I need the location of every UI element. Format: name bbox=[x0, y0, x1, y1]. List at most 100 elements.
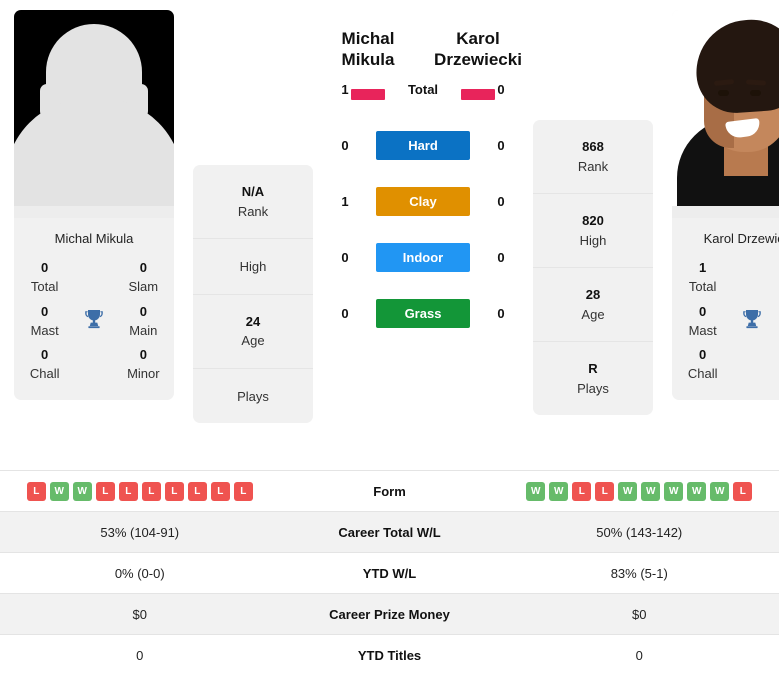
stat-main-left-label: Main bbox=[129, 322, 158, 338]
stat-mast-left: 0 Mast bbox=[20, 303, 69, 341]
trophy-icon bbox=[740, 307, 764, 336]
cell-left: $0 bbox=[0, 593, 280, 635]
head-to-head-panel: Michal Mikula Karol Drzewiecki 1 Total 0 0 H… bbox=[313, 10, 533, 342]
table-row: $0 Career Prize Money $0 bbox=[0, 593, 779, 635]
form-badge-l[interactable]: L bbox=[95, 481, 115, 501]
player-photo-right bbox=[672, 10, 779, 218]
form-badge-l[interactable]: L bbox=[233, 481, 253, 501]
stat-mast-right: 0 Mast bbox=[678, 303, 727, 341]
form-badge-w[interactable]: W bbox=[641, 481, 661, 501]
cell-right: 0 bbox=[499, 634, 779, 676]
stat-total-left-value: 0 bbox=[41, 260, 49, 275]
headshot-eye-left bbox=[718, 90, 729, 96]
form-badges-right: WWLLWWWWWL bbox=[500, 481, 779, 501]
info-high-right-value: 820 bbox=[582, 213, 604, 228]
form-badge-w[interactable]: W bbox=[687, 481, 707, 501]
info-rank-left-label: Rank bbox=[237, 203, 269, 219]
player-card-left[interactable]: Michal Mikula 0 Total 0 Slam 0 Mast 0 Ma… bbox=[14, 10, 174, 401]
cell-right: 83% (5-1) bbox=[499, 552, 779, 594]
cell-label: Career Prize Money bbox=[279, 593, 500, 635]
h2h-row-indoor: 0 Indoor 0 bbox=[313, 230, 533, 286]
surface-label-indoor[interactable]: Indoor bbox=[376, 243, 470, 272]
form-badge-w[interactable]: W bbox=[526, 481, 546, 501]
info-age-left: 24 Age bbox=[193, 295, 313, 369]
cell-right: 50% (143-142) bbox=[499, 511, 779, 553]
stat-total-left-label: Total bbox=[30, 278, 59, 294]
form-badge-w[interactable]: W bbox=[49, 481, 69, 501]
form-badge-l[interactable]: L bbox=[595, 481, 615, 501]
info-high-left: High bbox=[193, 239, 313, 295]
form-badge-w[interactable]: W bbox=[710, 481, 730, 501]
titles-grid-right: 1 Total 0 Slam 0 Mast bbox=[672, 259, 779, 400]
trophy-icon-left-cell bbox=[69, 307, 118, 336]
h2h-first-name-right: Karol bbox=[456, 29, 500, 48]
cell-left: 0% (0-0) bbox=[0, 552, 280, 594]
h2h-row-clay: 1 Clay 0 bbox=[313, 174, 533, 230]
player-info-card-right[interactable]: 868 Rank 820 High 28 Age R Plays bbox=[533, 120, 653, 415]
info-plays-right: R Plays bbox=[533, 342, 653, 415]
h2h-score-left: 1 bbox=[341, 194, 349, 209]
h2h-score-right: 0 bbox=[497, 194, 505, 209]
form-badge-l[interactable]: L bbox=[572, 481, 592, 501]
cell-label: YTD Titles bbox=[279, 634, 500, 676]
form-badge-l[interactable]: L bbox=[733, 481, 753, 501]
trophy-icon bbox=[82, 307, 106, 336]
surface-label-total: Total bbox=[407, 82, 439, 97]
titles-grid-left: 0 Total 0 Slam 0 Mast 0 Main 0 Chall 0 M… bbox=[14, 259, 174, 400]
form-badge-w[interactable]: W bbox=[549, 481, 569, 501]
form-badge-l[interactable]: L bbox=[164, 481, 184, 501]
info-age-right: 28 Age bbox=[533, 268, 653, 342]
form-badge-w[interactable]: W bbox=[618, 481, 638, 501]
stat-mast-right-value: 0 bbox=[699, 303, 707, 319]
info-age-right-value: 28 bbox=[585, 287, 601, 302]
info-age-left-value: 24 bbox=[245, 313, 261, 329]
h2h-score-left: 0 bbox=[341, 306, 349, 321]
h2h-score-left: 0 bbox=[341, 250, 349, 265]
stat-chall-right-label: Chall bbox=[687, 366, 718, 382]
h2h-row-grass: 0 Grass 0 bbox=[313, 286, 533, 342]
surface-label-clay[interactable]: Clay bbox=[376, 187, 470, 216]
stat-main-left-value: 0 bbox=[139, 303, 147, 319]
form-badge-l[interactable]: L bbox=[118, 481, 138, 501]
form-badge-w[interactable]: W bbox=[72, 481, 92, 501]
player-name-left: Michal Mikula bbox=[54, 231, 134, 246]
stat-slam-left-value: 0 bbox=[139, 260, 147, 275]
form-badge-l[interactable]: L bbox=[26, 481, 46, 501]
form-badge-w[interactable]: W bbox=[664, 481, 684, 501]
h2h-first-name-left: Michal bbox=[341, 29, 395, 48]
info-high-right-label: High bbox=[579, 232, 607, 248]
info-rank-right: 868 Rank bbox=[533, 120, 653, 194]
player-card-right[interactable]: Karol Drzewiecki 1 Total 0 Slam 0 Mast bbox=[672, 10, 779, 401]
form-badges-left: LWWLLLLLLL bbox=[0, 481, 280, 501]
info-plays-left-label: Plays bbox=[237, 388, 269, 404]
trophy-icon-right-cell bbox=[727, 307, 776, 336]
form-badge-l[interactable]: L bbox=[187, 481, 207, 501]
info-plays-left: Plays bbox=[193, 369, 313, 424]
h2h-row-hard: 0 Hard 0 bbox=[313, 118, 533, 174]
form-badge-l[interactable]: L bbox=[141, 481, 161, 501]
h2h-score-left: 1 bbox=[341, 82, 349, 97]
stat-chall-left: 0 Chall bbox=[20, 346, 69, 384]
cell-right: $0 bbox=[499, 593, 779, 635]
player-photo-left bbox=[14, 10, 174, 218]
surface-label-hard[interactable]: Hard bbox=[376, 131, 470, 160]
stat-main-left: 0 Main bbox=[119, 303, 168, 341]
h2h-score-right: 0 bbox=[497, 306, 505, 321]
info-rank-right-label: Rank bbox=[577, 158, 609, 174]
headshot-eye-right bbox=[750, 90, 761, 96]
h2h-score-right: 0 bbox=[497, 82, 505, 97]
stat-chall-left-label: Chall bbox=[29, 366, 60, 382]
stat-mast-left-label: Mast bbox=[30, 322, 59, 338]
photo-fade-left bbox=[14, 206, 174, 218]
surface-label-grass[interactable]: Grass bbox=[376, 299, 470, 328]
table-row: 0 YTD Titles 0 bbox=[0, 634, 779, 676]
info-high-right: 820 High bbox=[533, 194, 653, 268]
table-row: 0% (0-0) YTD W/L 83% (5-1) bbox=[0, 552, 779, 594]
stat-chall-right-value: 0 bbox=[699, 347, 707, 363]
comparison-header: Michal Mikula 0 Total 0 Slam 0 Mast 0 Ma… bbox=[0, 0, 779, 470]
player-info-card-left[interactable]: N/A Rank High 24 Age Plays bbox=[193, 165, 313, 423]
form-badge-l[interactable]: L bbox=[210, 481, 230, 501]
h2h-row-total: 1 Total 0 bbox=[313, 62, 533, 118]
stat-slam-left: 0 Slam bbox=[119, 259, 168, 297]
info-high-left-label: High bbox=[239, 259, 267, 274]
